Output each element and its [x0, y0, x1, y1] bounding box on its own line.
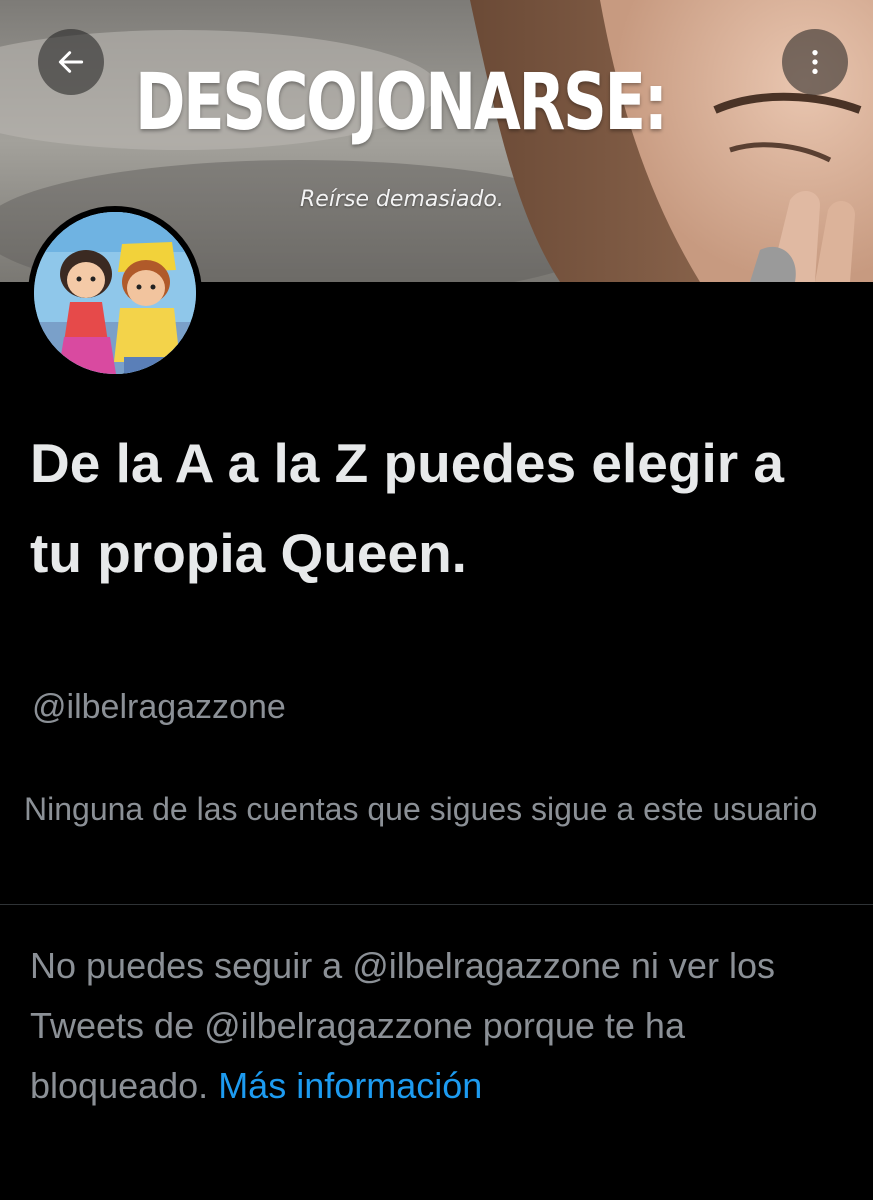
profile-handle: @ilbelragazzone	[32, 688, 286, 726]
blocked-message: No puedes seguir a @ilbelragazzone ni ve…	[30, 936, 830, 1116]
avatar[interactable]	[28, 206, 202, 380]
more-info-link[interactable]: Más información	[218, 1065, 482, 1106]
more-vertical-icon	[812, 50, 818, 74]
avatar-image	[34, 212, 196, 374]
more-options-button[interactable]	[782, 29, 848, 95]
divider	[0, 904, 873, 905]
back-button[interactable]	[38, 29, 104, 95]
banner-title: DESCOJONARSE:	[135, 58, 668, 148]
banner-subtitle: Reírse demasiado.	[300, 187, 504, 212]
arrow-left-icon	[58, 51, 84, 73]
followers-you-know-note: Ninguna de las cuentas que sigues sigue …	[24, 791, 818, 827]
profile-display-name: De la A a la Z puedes elegir a tu propia…	[30, 432, 784, 584]
